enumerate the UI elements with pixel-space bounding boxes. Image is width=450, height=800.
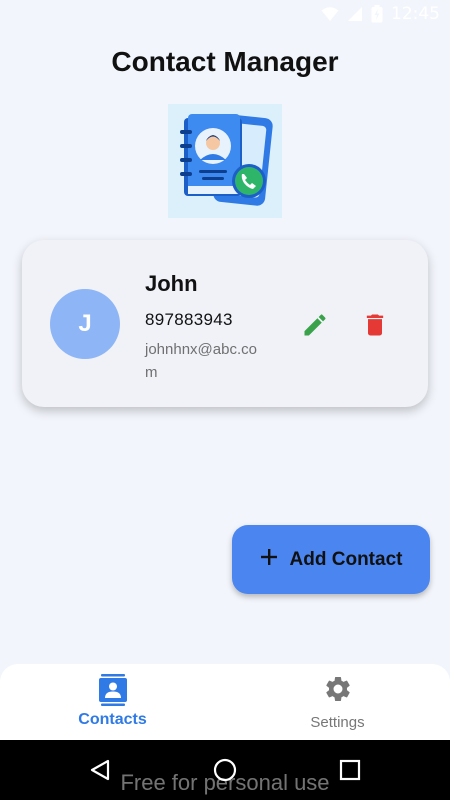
nav-label-settings: Settings	[310, 714, 365, 731]
delete-contact-button[interactable]	[361, 311, 389, 339]
contact-card[interactable]: J John 897883943 johnhnx@abc.com	[22, 240, 428, 407]
page-title: Contact Manager	[111, 46, 339, 77]
gear-icon	[323, 674, 353, 709]
status-time: 12:45	[391, 4, 440, 24]
nav-label-contacts: Contacts	[78, 711, 147, 728]
add-contact-button[interactable]: Add Contact	[232, 525, 430, 594]
status-icons: 12:45	[321, 4, 440, 24]
back-icon[interactable]	[88, 758, 112, 787]
plus-icon	[260, 548, 278, 571]
recents-icon[interactable]	[339, 758, 361, 787]
status-bar: 12:45	[0, 0, 450, 30]
delete-icon	[361, 314, 389, 343]
contact-book-illustration	[168, 104, 282, 218]
wifi-icon	[321, 6, 339, 22]
contact-phone: 897883943	[145, 310, 233, 329]
contact-avatar: J	[50, 289, 120, 359]
bottom-nav: Contacts Settings	[0, 664, 450, 740]
battery-icon	[371, 5, 383, 23]
contact-name: John	[145, 271, 198, 296]
signal-icon	[347, 6, 363, 22]
nav-item-settings[interactable]: Settings	[225, 664, 450, 740]
add-contact-label: Add Contact	[289, 548, 403, 570]
edit-icon	[301, 314, 329, 343]
nav-item-contacts[interactable]: Contacts	[0, 664, 225, 740]
system-nav-bar	[0, 740, 450, 800]
contacts-icon	[98, 674, 128, 711]
home-icon[interactable]	[213, 758, 237, 787]
avatar-initial: J	[78, 310, 92, 337]
edit-contact-button[interactable]	[301, 311, 329, 339]
contact-email: johnhnx@abc.com	[145, 341, 257, 381]
